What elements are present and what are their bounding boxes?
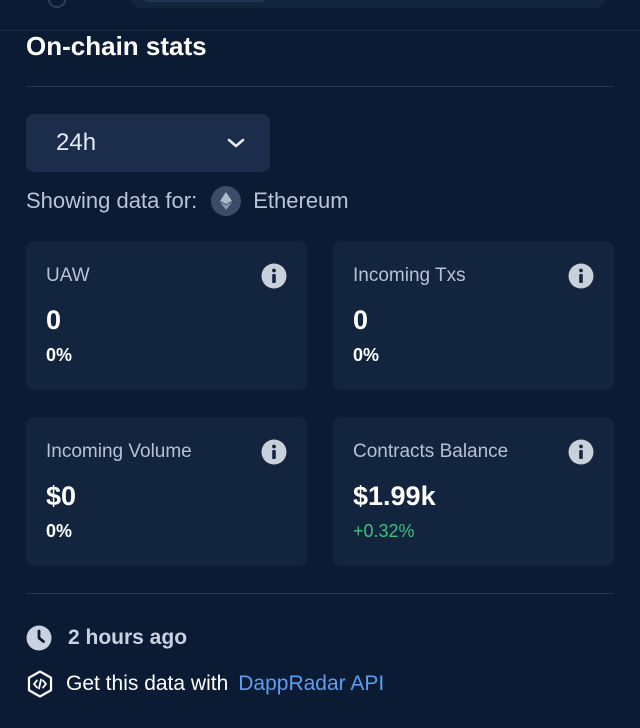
stat-card-contracts-balance: Contracts Balance $1.99k +0.32% xyxy=(333,417,614,566)
stat-card-uaw: UAW 0 0% xyxy=(26,241,307,390)
stat-value: $0 xyxy=(46,481,77,511)
stat-label: Incoming Volume xyxy=(46,441,192,462)
updated-text: 2 hours ago xyxy=(68,626,188,649)
stat-label: Contracts Balance xyxy=(353,441,509,462)
stat-value: 0 xyxy=(353,305,369,335)
header-icon[interactable] xyxy=(48,0,66,8)
divider xyxy=(26,86,614,87)
ethereum-icon xyxy=(211,186,242,216)
stat-label: UAW xyxy=(46,265,90,286)
on-chain-stats-page: On-chain stats 24h Showing data for: Eth… xyxy=(0,0,640,728)
divider xyxy=(26,593,614,594)
chain-name: Ethereum xyxy=(253,188,349,213)
header-strip xyxy=(0,0,640,31)
stat-change: 0% xyxy=(46,521,73,541)
stat-label: Incoming Txs xyxy=(353,265,466,286)
last-updated: 2 hours ago xyxy=(26,623,187,653)
header-active-tab[interactable] xyxy=(140,0,270,2)
api-text: Get this data with xyxy=(66,672,229,695)
chevron-down-icon xyxy=(226,137,246,149)
clock-icon xyxy=(26,625,52,651)
stat-change: +0.32% xyxy=(353,521,415,541)
code-icon xyxy=(26,670,54,698)
stat-card-incoming-txs: Incoming Txs 0 0% xyxy=(333,241,614,390)
info-icon[interactable] xyxy=(568,439,594,465)
stat-change: 0% xyxy=(353,345,380,365)
stat-card-incoming-volume: Incoming Volume $0 0% xyxy=(26,417,307,566)
api-promo: Get this data with DappRadar API xyxy=(26,669,384,699)
stat-change: 0% xyxy=(46,345,73,365)
timeframe-value: 24h xyxy=(56,129,97,156)
stat-value: 0 xyxy=(46,305,62,335)
chain-prefix: Showing data for: xyxy=(26,188,198,213)
info-icon[interactable] xyxy=(568,263,594,289)
section-title: On-chain stats xyxy=(26,31,207,61)
stat-value: $1.99k xyxy=(353,481,436,511)
info-icon[interactable] xyxy=(261,263,287,289)
chain-indicator: Showing data for: Ethereum xyxy=(26,186,349,216)
info-icon[interactable] xyxy=(261,439,287,465)
dappradar-api-link[interactable]: DappRadar API xyxy=(238,672,384,696)
timeframe-select[interactable]: 24h xyxy=(26,114,270,172)
